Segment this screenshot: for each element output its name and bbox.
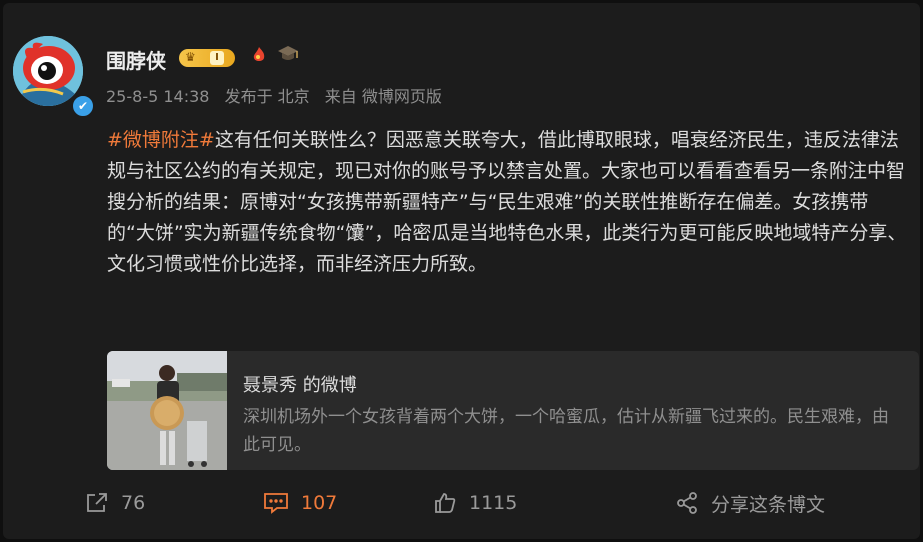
post-source: 来自 微博网页版 [324,87,442,106]
level-number: I [210,51,224,65]
hashtag-link[interactable]: #微博附注# [107,129,215,151]
post-meta: 25-8-5 14:38 发布于 北京 来自 微博网页版 [106,83,452,107]
comment-icon [264,493,288,514]
crown-icon: ♛ [185,50,196,64]
post-date[interactable]: 25-8-5 14:38 [106,87,209,106]
share-button[interactable]: 分享这条博文 [675,489,825,517]
weibo-eye-logo-icon [13,36,83,106]
comment-count: 107 [301,492,338,514]
action-bar: 76 107 1115 分享这条博文 [3,481,920,525]
quoted-post-thumbnail[interactable] [107,351,227,470]
post-body: #微博附注#这有任何关联性么？因恶意关联夸大，借此博取眼球，唱衰经济民生，违反法… [107,125,907,280]
quoted-post[interactable]: 聂景秀 的微博 深圳机场外一个女孩背着两个大饼，一个哈蜜瓜，估计从新疆飞过来的。… [107,351,919,470]
post-text: 这有任何关联性么？因恶意关联夸大，借此博取眼球，唱衰经济民生，违反法律法规与社区… [107,129,907,275]
username[interactable]: 围脖侠 [106,45,166,74]
like-button[interactable]: 1115 [433,489,517,517]
flame-icon[interactable] [249,45,269,70]
comment-button[interactable]: 107 [263,489,337,517]
repost-count: 76 [121,492,146,514]
thumbs-up-icon [435,493,456,513]
post-location: 发布于 北京 [224,87,310,106]
repost-button[interactable]: 76 [85,489,145,517]
level-badge[interactable]: ♛ I [179,49,235,67]
share-label: 分享这条博文 [711,493,826,516]
quoted-post-title[interactable]: 聂景秀 的微博 [243,371,357,397]
repost-icon [87,493,107,512]
graduation-cap-icon[interactable] [277,43,299,70]
quoted-post-text: 深圳机场外一个女孩背着两个大饼，一个哈蜜瓜，估计从新疆飞过来的。民生艰难，由此可… [243,407,889,455]
like-count: 1115 [469,492,518,514]
weibo-post-card: ✔ 围脖侠 ♛ I 25-8-5 14:38 发布于 北京 来自 微博网页版 #… [3,3,920,539]
verified-badge-icon: ✔ [71,94,95,118]
share-icon [677,492,697,514]
avatar[interactable]: ✔ [13,36,95,118]
